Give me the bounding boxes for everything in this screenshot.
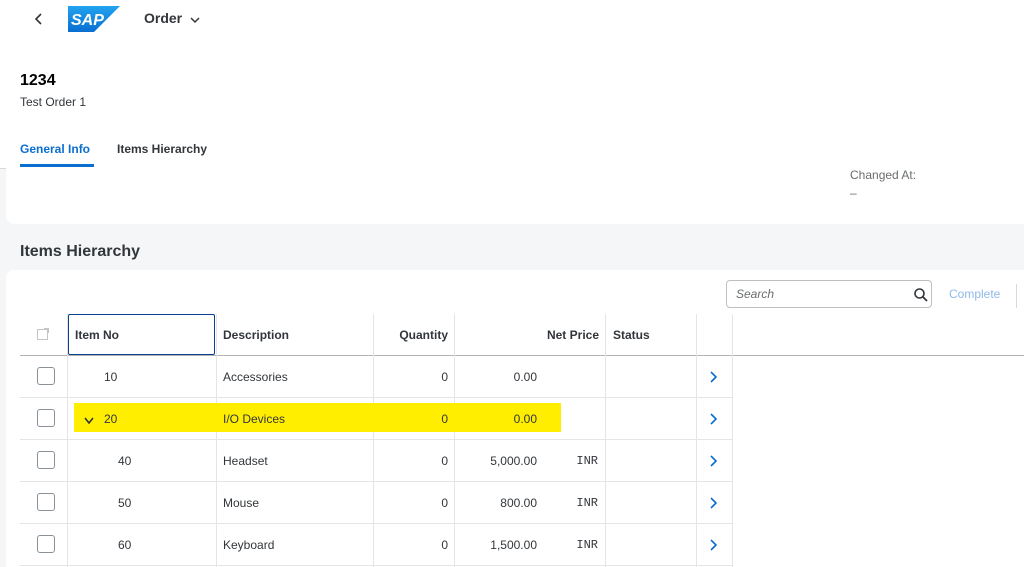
quantity-cell: 0: [441, 370, 448, 384]
sap-logo-shape: SAP: [68, 6, 120, 32]
net-price-cell: 0.00: [513, 412, 537, 426]
toolbar-separator: [1016, 284, 1017, 308]
item-no-cell: 40: [118, 454, 132, 468]
app-title: Order: [144, 10, 183, 26]
row-divider: [20, 481, 733, 482]
quantity-cell: 0: [441, 412, 448, 426]
row-navigation-button[interactable]: [709, 454, 719, 473]
chevron-right-icon: [710, 413, 718, 425]
net-price-cell: 0.00: [513, 370, 537, 384]
column-divider: [67, 314, 68, 567]
column-label: Quantity: [399, 328, 448, 342]
column-label: Net Price: [546, 328, 599, 342]
tab-label: Items Hierarchy: [117, 142, 208, 156]
currency-cell: INR: [576, 538, 598, 552]
item-no-cell: 50: [118, 496, 132, 510]
object-title: 1234: [20, 72, 56, 89]
sap-logo-text: SAP: [71, 12, 104, 29]
back-button[interactable]: [32, 9, 46, 29]
sap-logo[interactable]: SAP: [68, 6, 120, 37]
expand-toggle[interactable]: [84, 414, 94, 428]
column-header-quantity[interactable]: Quantity: [374, 314, 448, 355]
chevron-right-icon: [710, 371, 718, 383]
header-divider: [20, 355, 1024, 356]
tab-label: General Info: [20, 142, 91, 156]
complete-button[interactable]: Complete: [949, 287, 1000, 301]
row-divider: [20, 523, 733, 524]
quantity-cell: 0: [441, 454, 448, 468]
description-cell: Accessories: [223, 370, 288, 384]
row-checkbox[interactable]: [37, 451, 55, 469]
description-cell: I/O Devices: [223, 412, 286, 426]
description-cell: Keyboard: [223, 538, 275, 552]
object-subtitle: Test Order 1: [20, 95, 87, 109]
net-price-cell: 800.00: [500, 496, 537, 510]
row-navigation-button[interactable]: [709, 412, 719, 431]
shell-bar: SAP Order: [0, 0, 1024, 38]
select-all-icon: [37, 328, 49, 340]
chevron-down-icon: [84, 417, 94, 425]
column-divider: [216, 314, 217, 567]
description-cell: Mouse: [223, 496, 260, 510]
chevron-down-icon: [190, 11, 200, 27]
description-cell: Headset: [223, 454, 268, 468]
chevron-left-icon: [34, 13, 42, 25]
column-divider: [454, 314, 455, 567]
quantity-cell: 0: [441, 538, 448, 552]
object-header: 1234 Test Order 1 General Info Items Hie…: [0, 38, 1024, 169]
row-checkbox[interactable]: [37, 493, 55, 511]
item-no-cell: 10: [104, 370, 118, 384]
chevron-right-icon: [710, 455, 718, 467]
row-checkbox[interactable]: [37, 535, 55, 553]
row-checkbox[interactable]: [37, 367, 55, 385]
changed-at-label: Changed At:: [850, 168, 917, 182]
tab-items-hierarchy[interactable]: Items Hierarchy: [117, 142, 207, 156]
column-label: Item No: [75, 328, 120, 342]
row-divider: [20, 439, 733, 440]
currency-cell: INR: [576, 454, 598, 468]
column-divider: [696, 314, 697, 567]
column-header-item-no[interactable]: Item No: [68, 314, 215, 355]
column-divider: [605, 314, 606, 567]
search-icon[interactable]: [913, 287, 929, 308]
active-tab-indicator: [20, 164, 94, 167]
changed-at-value: –: [850, 186, 857, 200]
item-no-cell: 60: [118, 538, 132, 552]
row-navigation-button[interactable]: [709, 496, 719, 515]
row-checkbox[interactable]: [37, 409, 55, 427]
section-title: Items Hierarchy: [20, 243, 141, 260]
row-divider: [20, 565, 733, 566]
row-divider: [20, 397, 733, 398]
column-divider: [373, 314, 374, 567]
column-header-description[interactable]: Description: [223, 314, 363, 355]
net-price-cell: 1,500.00: [490, 538, 537, 552]
column-divider: [732, 314, 733, 567]
select-all-checkbox[interactable]: [36, 327, 50, 344]
app-title-menu[interactable]: Order: [144, 10, 200, 27]
net-price-cell: 5,000.00: [490, 454, 537, 468]
tab-general-info[interactable]: General Info: [20, 142, 90, 156]
chevron-right-icon: [710, 539, 718, 551]
item-no-cell: 20: [104, 412, 118, 426]
quantity-cell: 0: [441, 496, 448, 510]
row-navigation-button[interactable]: [709, 370, 719, 389]
column-header-status[interactable]: Status: [613, 314, 693, 355]
column-label: Status: [613, 328, 650, 342]
column-label: Description: [223, 328, 290, 342]
currency-cell: INR: [576, 496, 598, 510]
column-header-net-price[interactable]: Net Price: [455, 314, 599, 355]
row-navigation-button[interactable]: [709, 538, 719, 557]
search-field[interactable]: [726, 280, 932, 308]
chevron-right-icon: [710, 497, 718, 509]
search-input[interactable]: [736, 287, 896, 301]
